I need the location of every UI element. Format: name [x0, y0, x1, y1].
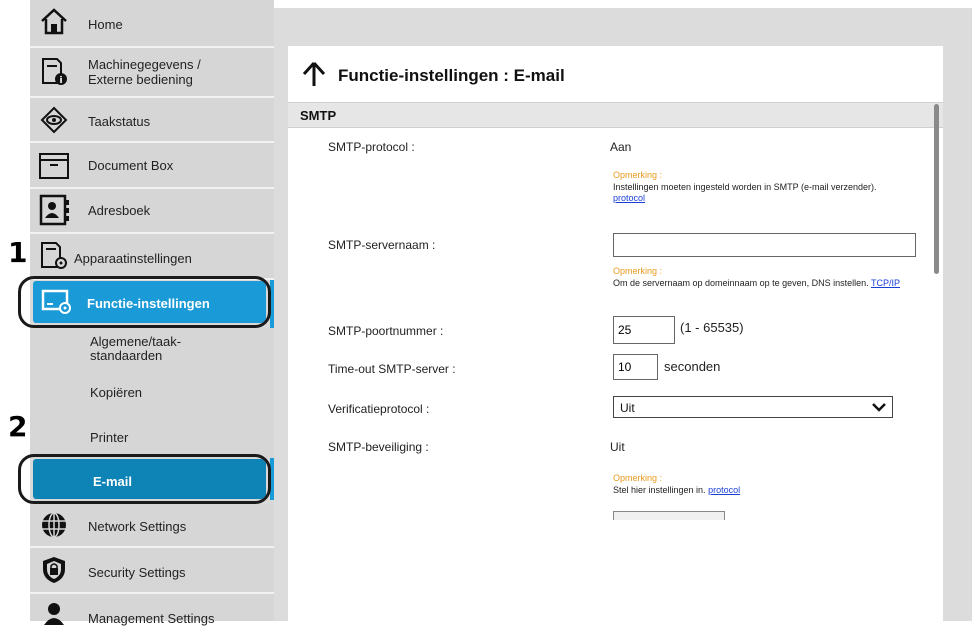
note-text: Stel hier instellingen in. protocol	[613, 485, 741, 495]
sidebar-item-network-settings[interactable]: Network Settings	[30, 504, 274, 548]
shield-icon	[38, 555, 70, 585]
port-range-text: (1 - 65535)	[680, 320, 744, 335]
auth-protocol-select[interactable]: Uit	[613, 396, 893, 418]
smtp-protocol-label: SMTP-protocol :	[328, 140, 415, 154]
device-info-icon: i	[38, 56, 70, 86]
smtp-timeout-label: Time-out SMTP-server :	[328, 362, 456, 376]
top-strip	[274, 0, 972, 8]
sidebar-subitem-copy[interactable]: Kopiëren	[30, 370, 274, 415]
sidebar-item-function-settings[interactable]: Functie-instellingen	[18, 276, 271, 328]
function-settings-icon	[41, 288, 73, 321]
sidebar-subitem-label: Printer	[90, 430, 129, 445]
panel-header: Functie-instellingen : E-mail	[288, 46, 943, 103]
device-settings-icon	[38, 240, 70, 270]
globe-icon	[38, 510, 70, 540]
note-heading: Opmerking :	[613, 266, 663, 276]
note-text: Om de servernaam op domeinnaam op te gev…	[613, 278, 900, 288]
sidebar-item-machine-info[interactable]: i Machinegegevens / Externe bediening	[30, 48, 274, 98]
sidebar-subitem-label: Kopiëren	[90, 385, 143, 400]
back-arrow-icon[interactable]	[302, 61, 326, 92]
smtp-server-input[interactable]	[613, 233, 916, 257]
sidebar-item-label: Apparaatinstellingen	[74, 251, 192, 266]
tcpip-link[interactable]: TCP/IP	[871, 278, 900, 288]
smtp-protocol-value: Aan	[610, 140, 632, 154]
smtp-timeout-input[interactable]	[613, 354, 658, 380]
smtp-server-label: SMTP-servernaam :	[328, 238, 436, 252]
sidebar-subitem-label: E-mail	[93, 474, 133, 489]
sidebar-item-label: Machinegegevens / Externe bediening	[88, 57, 201, 87]
smtp-port-input[interactable]	[613, 316, 675, 344]
sidebar-item-label: Taakstatus	[88, 114, 151, 129]
main-area: Functie-instellingen : E-mail SMTP SMTP-…	[274, 0, 972, 621]
note-heading: Opmerking :	[613, 170, 663, 180]
sidebar-item-document-box[interactable]: Document Box	[30, 143, 274, 189]
smtp-security-label: SMTP-beveiliging :	[328, 440, 429, 454]
protocol-link[interactable]: protocol	[708, 485, 740, 495]
eye-icon	[38, 105, 70, 135]
sidebar-item-security-settings[interactable]: Security Settings	[30, 548, 274, 594]
note-text: Instellingen moeten ingesteld worden in …	[613, 182, 877, 203]
select-value: Uit	[620, 401, 635, 415]
callout-1: 1	[8, 236, 28, 269]
sidebar-item-label: Adresboek	[88, 203, 151, 218]
section-header: SMTP	[288, 103, 943, 128]
note-heading: Opmerking :	[613, 473, 663, 483]
person-icon	[38, 598, 70, 628]
sidebar-subitem-email[interactable]: E-mail	[18, 454, 271, 504]
sidebar-item-label: Document Box	[88, 158, 174, 173]
chevron-down-icon	[870, 398, 888, 421]
timeout-unit-text: seconden	[664, 359, 721, 374]
smtp-port-label: SMTP-poortnummer :	[328, 324, 444, 338]
sidebar-subitem-general[interactable]: Algemene/taak- standaarden	[30, 328, 274, 370]
smtp-security-value: Uit	[610, 440, 625, 454]
section-title: SMTP	[300, 108, 337, 123]
partial-button[interactable]	[613, 511, 725, 520]
box-icon	[38, 150, 70, 180]
address-book-icon	[38, 194, 70, 226]
auth-protocol-label: Verificatieprotocol :	[328, 402, 430, 416]
callout-2: 2	[8, 410, 28, 443]
sidebar-item-label: Management Settings	[88, 611, 215, 626]
sidebar-item-label: Network Settings	[88, 519, 187, 534]
sidebar-item-management-settings[interactable]: Management Settings	[30, 594, 274, 626]
home-icon	[38, 6, 70, 36]
svg-text:i: i	[59, 76, 62, 86]
sidebar-item-device-settings[interactable]: Apparaatinstellingen	[30, 234, 274, 280]
sidebar-item-label: Home	[88, 17, 123, 32]
sidebar-item-address-book[interactable]: Adresboek	[30, 189, 274, 234]
sidebar-item-job-status[interactable]: Taakstatus	[30, 98, 274, 143]
sidebar-subitem-printer[interactable]: Printer	[30, 415, 274, 458]
settings-panel: Functie-instellingen : E-mail SMTP SMTP-…	[288, 46, 943, 621]
sidebar-subitem-label: Algemene/taak- standaarden	[90, 334, 182, 363]
sidebar-item-home[interactable]: Home	[30, 0, 274, 48]
sidebar-item-label: Functie-instellingen	[87, 296, 210, 311]
sidebar-item-label: Security Settings	[88, 565, 186, 580]
protocol-link[interactable]: protocol	[613, 193, 645, 203]
scrollbar[interactable]	[934, 104, 939, 274]
page-title: Functie-instellingen : E-mail	[338, 66, 565, 85]
